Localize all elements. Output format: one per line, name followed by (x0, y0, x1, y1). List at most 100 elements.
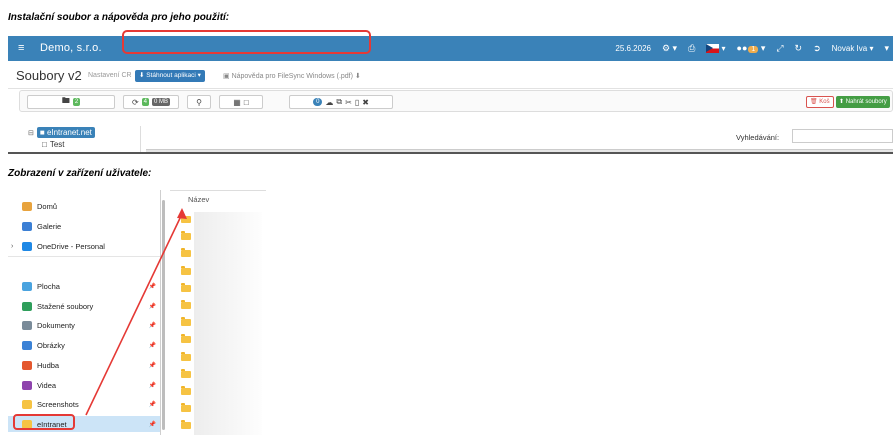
tab-settings[interactable]: Nastavení CR (88, 72, 132, 79)
folder-icon (181, 265, 191, 275)
search-icon: ⚲ (196, 97, 202, 107)
file-list-row[interactable] (181, 368, 193, 379)
pin-icon[interactable]: 📌 (149, 342, 156, 349)
pin-icon[interactable]: 📌 (149, 382, 156, 389)
czech-flag-icon (706, 44, 720, 54)
file-list-row[interactable] (181, 403, 193, 413)
scrollbar[interactable] (162, 200, 165, 430)
sync-button[interactable]: ⟳ 4 0 MB (123, 95, 179, 109)
company-name[interactable]: Demo, s.r.o. (40, 42, 102, 54)
pane-divider[interactable] (160, 190, 161, 435)
close-icon[interactable]: ✖ (362, 98, 369, 107)
nav-item-sta-en-soubory[interactable]: Stažené soubory 📌 (8, 298, 160, 314)
upload-cloud-icon[interactable]: ☁ (325, 98, 333, 107)
cut-icon[interactable]: ✂ (345, 98, 352, 107)
nav-item-label: Dokumenty (37, 320, 75, 330)
pin-icon[interactable]: 📌 (149, 303, 156, 310)
folder-icon (181, 248, 191, 258)
nav-item-screenshots[interactable]: Screenshots 📌 (8, 396, 160, 412)
caption-device: Zobrazení v zařízení uživatele: (8, 168, 152, 179)
page-header: Soubory v2 Nastavení CR ⬇ Stáhnout aplik… (8, 63, 893, 89)
pin-icon[interactable]: 📌 (149, 283, 156, 290)
file-list-row[interactable] (181, 214, 193, 224)
folder-icon (181, 386, 191, 395)
logout-icon[interactable]: ➲ (813, 43, 821, 54)
blurred-file-list (194, 212, 262, 435)
pin-icon[interactable]: 📌 (149, 421, 156, 428)
file-list-row[interactable] (181, 231, 193, 241)
nav-item-plocha[interactable]: Plocha 📌 (8, 278, 160, 294)
videos-icon (22, 380, 32, 390)
hamburger-menu-icon[interactable]: ≡ (18, 42, 24, 54)
folder-icon (181, 214, 191, 223)
file-list-row[interactable] (181, 420, 193, 430)
copy-icon[interactable]: ⧉ (336, 97, 342, 107)
file-list-row[interactable] (181, 300, 193, 310)
folder-icon (181, 368, 191, 378)
column-name-header[interactable]: Název (188, 195, 209, 204)
fullscreen-icon[interactable]: ⤢ (776, 43, 783, 54)
nav-item-hudba[interactable]: Hudba 📌 (8, 357, 160, 373)
trash-button[interactable]: 🗑 Koš (806, 96, 834, 108)
folder-tree: ⊟ ■ eIntranet.net □ Test (26, 126, 141, 152)
tree-root-item[interactable]: ⊟ ■ eIntranet.net (28, 127, 95, 138)
nav-item-dom-[interactable]: Domů (8, 198, 160, 214)
file-toolbar: 🖿 2 ⟳ 4 0 MB ⚲ ▦ □ 0 ☁ ⧉ ✂ ▯ ✖ 🗑 Koš ⬆ N… (19, 90, 893, 112)
user-name: Novak Iva (831, 44, 868, 53)
upload-files-button[interactable]: ⬆ Nahrát soubory (836, 96, 890, 108)
chevron-down-icon[interactable]: ▾ (884, 43, 889, 54)
download-app-button[interactable]: ⬇ Stáhnout aplikaci ▾ (135, 70, 205, 82)
pictures-icon (22, 340, 32, 350)
nav-item-label: Stažené soubory (37, 301, 94, 311)
search-button[interactable]: ⚲ (187, 95, 211, 109)
settings-icon[interactable]: ⚙ ▾ (662, 43, 677, 54)
paste-icon[interactable]: ▯ (355, 98, 359, 107)
onedrive-icon (22, 241, 32, 251)
nav-item-dokumenty[interactable]: Dokumenty 📌 (8, 317, 160, 333)
table-header (146, 149, 893, 152)
language-selector[interactable]: ▾ (706, 44, 726, 54)
refresh-icon[interactable]: ↻ (795, 43, 803, 54)
folder-icon: 🖿 (61, 96, 70, 105)
selected-count-badge: 0 (313, 98, 323, 106)
grid-view-icon[interactable]: ▦ (233, 98, 241, 107)
nav-item-label: OneDrive - Personal (37, 241, 105, 251)
tree-child-item[interactable]: □ Test (42, 140, 65, 149)
user-menu[interactable]: Novak Iva ▾ (832, 44, 874, 53)
nav-item-videa[interactable]: Videa 📌 (8, 377, 160, 393)
pin-icon[interactable]: 📌 (149, 362, 156, 369)
folder-icon (22, 399, 32, 409)
nav-divider (8, 256, 160, 257)
folder-outline-icon: □ (42, 140, 47, 149)
search-label: Vyhledávání: (736, 133, 780, 142)
view-toggle[interactable]: ▦ □ (219, 95, 263, 109)
file-list-row[interactable] (181, 248, 193, 258)
nav-item-galerie[interactable]: Galerie (8, 218, 160, 234)
collapse-icon[interactable]: ⊟ (28, 129, 34, 137)
file-list-row[interactable] (181, 351, 193, 362)
file-list-row[interactable] (181, 317, 193, 327)
nav-item-onedrive-personal[interactable]: › OneDrive - Personal (8, 238, 160, 254)
notifications-badge: 1 (748, 46, 759, 53)
file-list-row[interactable] (181, 265, 193, 276)
folders-button[interactable]: 🖿 2 (27, 95, 115, 109)
file-list-row[interactable] (181, 282, 193, 293)
folder-icon (181, 334, 191, 344)
chevron-right-icon[interactable]: › (11, 243, 13, 250)
users-icon[interactable]: ●● 1 ▾ (737, 43, 765, 54)
nav-item-obr-zky[interactable]: Obrázky 📌 (8, 337, 160, 353)
nav-item-label: Obrázky (37, 340, 65, 350)
pin-icon[interactable]: 📌 (149, 401, 156, 408)
nav-item-label: Galerie (37, 221, 62, 231)
pin-icon[interactable]: 📌 (149, 322, 156, 329)
file-list-row[interactable] (181, 386, 193, 396)
help-pdf-link[interactable]: ▣ Nápověda pro FileSync Windows (.pdf) ⬇ (223, 72, 361, 80)
search-input[interactable] (792, 129, 893, 143)
print-icon[interactable]: ⎙ (688, 43, 695, 54)
documents-icon (22, 320, 32, 330)
file-list-row[interactable] (181, 334, 193, 344)
nav-item-label: Videa (37, 380, 57, 390)
list-view-icon[interactable]: □ (244, 98, 249, 107)
column-header-line (170, 190, 266, 191)
date-display: 25.6.2026 (615, 44, 651, 53)
